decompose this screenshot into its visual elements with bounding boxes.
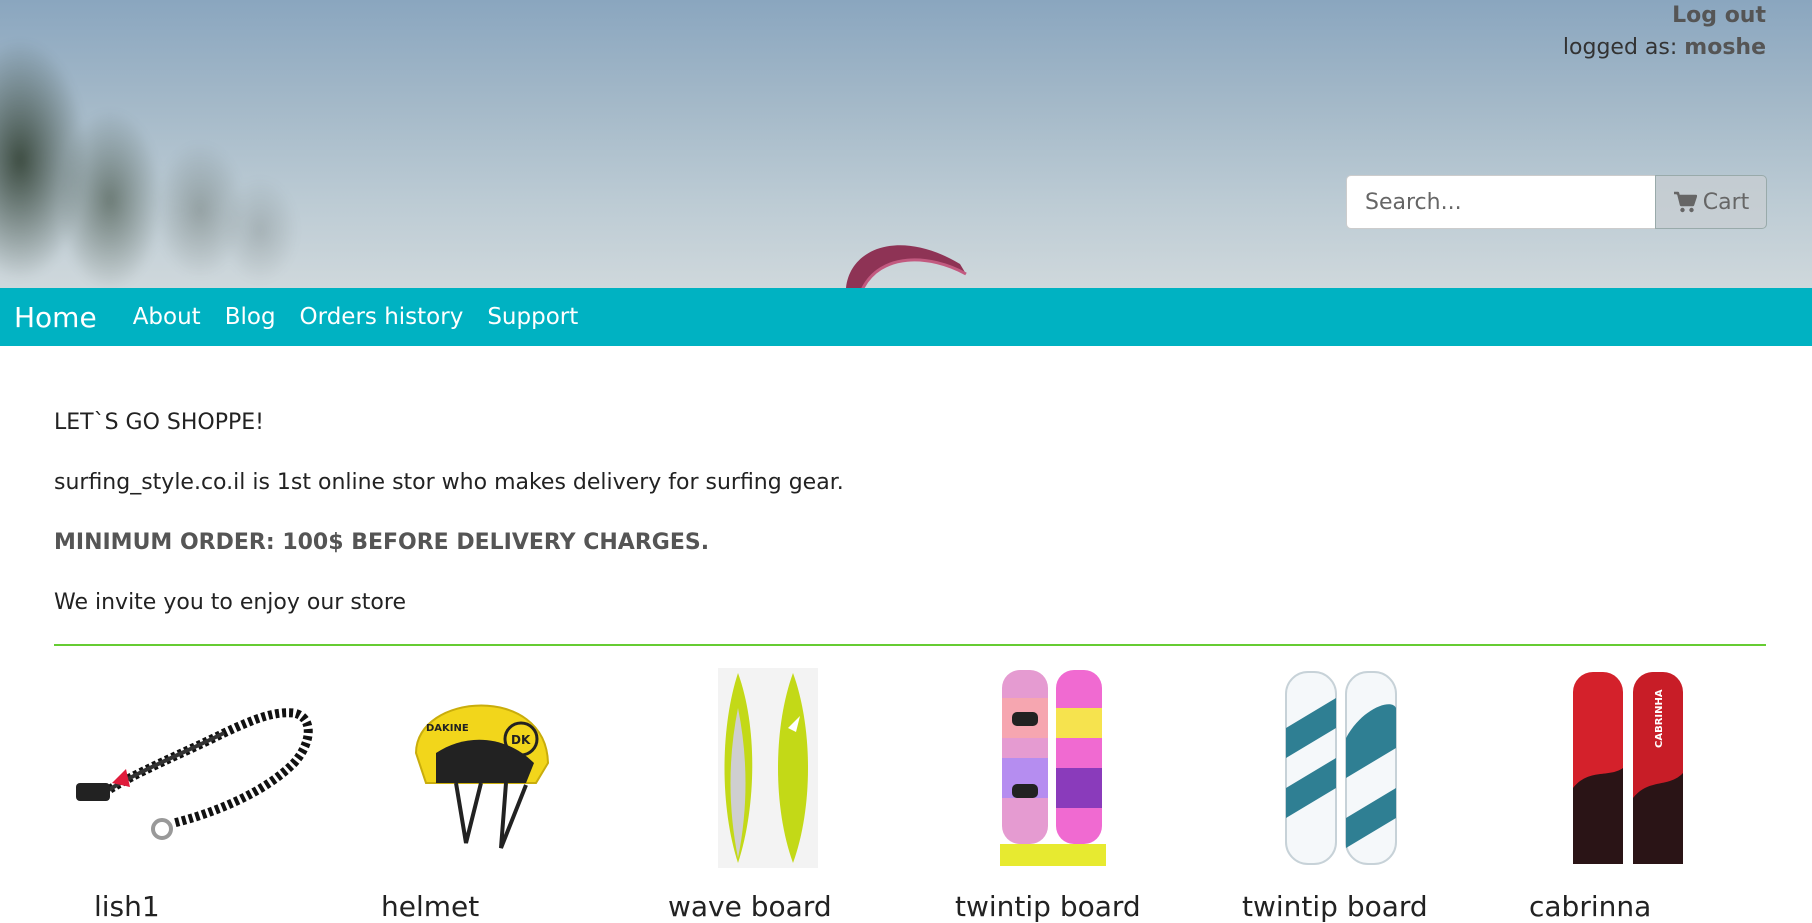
leash-image[interactable] — [54, 668, 334, 868]
svg-text:DK: DK — [511, 733, 531, 747]
product-name[interactable]: twintip board — [955, 890, 1141, 923]
main-navbar: Home About Blog Orders history Support — [0, 288, 1812, 346]
cart-icon — [1673, 191, 1697, 213]
wave-board-image[interactable] — [628, 668, 908, 868]
intro-description: surfing_style.co.il is 1st online stor w… — [54, 470, 844, 495]
product-name[interactable]: lish1 — [94, 890, 160, 923]
search-group: Cart — [1346, 175, 1767, 229]
product-card[interactable]: CABRINHA cabrinna — [1489, 668, 1769, 923]
product-card[interactable]: DK DAKINE helmet — [341, 668, 621, 923]
svg-text:DAKINE: DAKINE — [426, 723, 469, 734]
search-input[interactable] — [1346, 175, 1655, 229]
product-name[interactable]: wave board — [668, 890, 832, 923]
nav-blog[interactable]: Blog — [225, 304, 276, 330]
product-name[interactable]: cabrinna — [1529, 890, 1651, 923]
intro-headline: LET`S GO SHOPPE! — [54, 410, 264, 435]
invite-text: We invite you to enjoy our store — [54, 590, 406, 615]
cart-label: Cart — [1702, 189, 1750, 215]
product-name[interactable]: twintip board — [1242, 890, 1428, 923]
kite-image — [846, 245, 967, 288]
helmet-image[interactable]: DK DAKINE — [341, 668, 621, 868]
product-grid: lish1 DK DAKINE helmet wave board twinti… — [54, 668, 1769, 923]
nav-orders-history[interactable]: Orders history — [300, 304, 464, 330]
product-card[interactable]: twintip board — [915, 668, 1195, 923]
nav-home[interactable]: Home — [14, 301, 97, 334]
svg-text:CABRINHA: CABRINHA — [1654, 689, 1665, 748]
product-card[interactable]: twintip board — [1202, 668, 1482, 923]
tree-silhouette — [0, 0, 340, 288]
cabrinha-board-image[interactable]: CABRINHA — [1489, 668, 1769, 868]
twintip-board-image[interactable] — [915, 668, 1195, 868]
product-card[interactable]: lish1 — [54, 668, 334, 923]
logged-as-row: logged as: moshe — [1563, 32, 1766, 64]
twintip-board-image[interactable] — [1202, 668, 1482, 868]
hero-banner: Log out logged as: moshe Cart — [0, 0, 1812, 288]
nav-support[interactable]: Support — [487, 304, 578, 330]
product-card[interactable]: wave board — [628, 668, 908, 923]
username: moshe — [1684, 35, 1766, 60]
logged-as-label: logged as: — [1562, 35, 1678, 60]
cart-button[interactable]: Cart — [1655, 175, 1767, 229]
logout-link[interactable]: Log out — [1563, 0, 1766, 32]
nav-about[interactable]: About — [133, 304, 201, 330]
section-divider — [54, 644, 1766, 646]
minimum-order-notice: MINIMUM ORDER: 100$ BEFORE DELIVERY CHAR… — [54, 530, 710, 555]
auth-panel: Log out logged as: moshe — [1563, 0, 1766, 64]
product-name[interactable]: helmet — [381, 890, 479, 923]
